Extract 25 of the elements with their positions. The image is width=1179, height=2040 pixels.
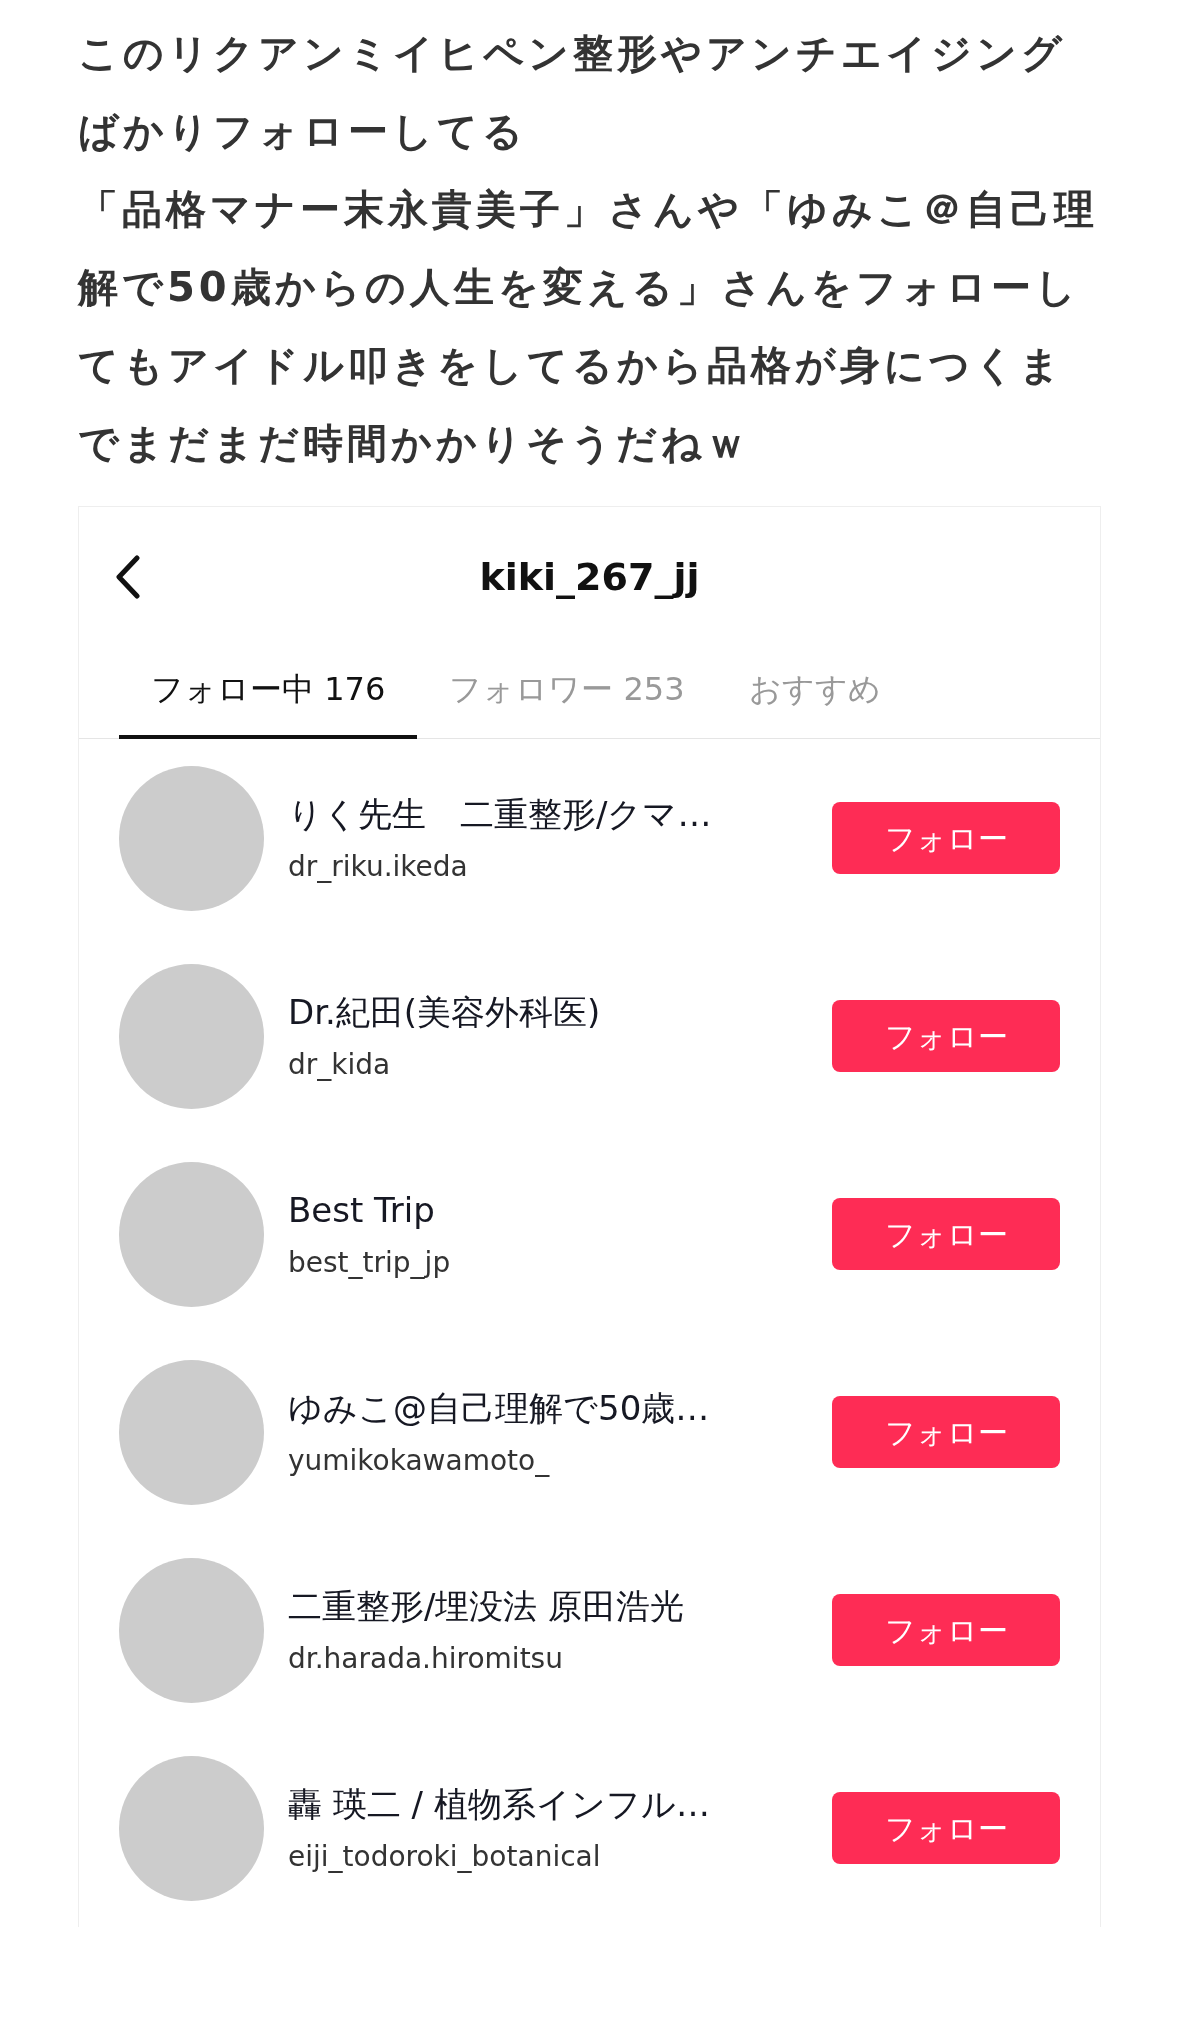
user-name: Best Trip [288, 1188, 436, 1232]
user-name: Dr.紀田(美容外科医) [288, 990, 602, 1034]
username: dr_kida [288, 1046, 392, 1083]
follow-button[interactable]: フォロー [832, 1198, 1060, 1270]
back-icon[interactable] [115, 555, 141, 599]
username: eiji_todoroki_botanical [288, 1838, 602, 1875]
follow-button[interactable]: フォロー [832, 802, 1060, 874]
tab[interactable]: おすすめ [716, 647, 913, 739]
username: dr.harada.hiromitsu [288, 1640, 564, 1677]
username: yumikokawamoto_ [288, 1442, 551, 1479]
user-name: ゆみこ@自己理解で50歳… [288, 1386, 711, 1430]
follow-button[interactable]: フォロー [832, 1792, 1060, 1864]
user-name: 轟 瑛二 / 植物系インフル… [288, 1782, 711, 1826]
tab[interactable]: フォロワー 253 [417, 647, 717, 739]
follow-button[interactable]: フォロー [832, 1000, 1060, 1072]
post-text: このリクアンミイヒペン整形やアンチエイジングばかりフォローしてる [78, 29, 1067, 156]
tab[interactable]: フォロー中 176 [119, 647, 418, 739]
follow-button[interactable]: フォロー [832, 1396, 1060, 1468]
profile-title: kiki_267_jj [479, 553, 700, 601]
user-name: 二重整形/埋没法 原田浩光 [288, 1584, 686, 1628]
user-name: りく先生 二重整形/クマ… [288, 792, 713, 836]
follow-button[interactable]: フォロー [832, 1594, 1060, 1666]
username: best_trip_jp [288, 1244, 452, 1281]
username: dr_riku.ikeda [288, 848, 469, 885]
post-text: 「品格マナー末永貴美子」さんや「ゆみこ＠自己理解で50歳からの人生を変える」さんをフォローしてもアイドル叩きをしてるから品格が身につくまでまだまだ時間かかりそうだねｗ [78, 185, 1099, 468]
